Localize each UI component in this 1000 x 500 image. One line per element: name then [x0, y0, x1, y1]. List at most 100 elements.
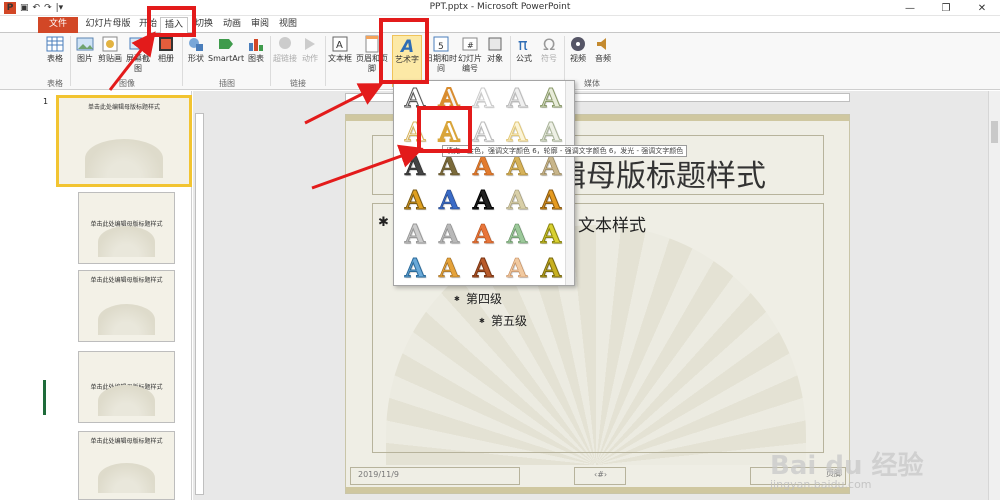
thumbnail-fan	[98, 303, 155, 335]
clip-art-button[interactable]: 剪贴画	[97, 35, 123, 64]
scrollbar-thumb[interactable]	[991, 121, 998, 143]
group-separator	[182, 36, 183, 86]
pane-scroll-indicator[interactable]	[43, 380, 46, 415]
thumbnail-title: 单击此处编辑母版标题样式	[90, 438, 163, 445]
wordart-style-highlight	[417, 106, 472, 153]
tab-view[interactable]: 视图	[274, 17, 302, 33]
object-button[interactable]: 对象	[484, 35, 506, 64]
wordart-style-option[interactable]: A	[534, 252, 568, 286]
shapes-button[interactable]: 形状	[185, 35, 207, 64]
group-label-tables: 表格	[47, 79, 63, 88]
tab-review[interactable]: 审阅	[246, 17, 274, 33]
shapes-icon	[189, 38, 203, 51]
smartart-button[interactable]: SmartArt	[208, 35, 244, 64]
slide-index: 1	[43, 97, 49, 106]
wordart-style-option[interactable]: A	[500, 218, 534, 252]
wordart-style-option[interactable]: A	[432, 184, 466, 218]
bullet-level1[interactable]: 文本样式	[578, 211, 646, 236]
equation-button[interactable]: π 公式	[513, 35, 535, 64]
object-label: 对象	[487, 54, 503, 63]
svg-text:#: #	[467, 41, 474, 50]
action-icon	[305, 38, 315, 50]
table-icon	[46, 36, 64, 52]
group-separator	[270, 36, 271, 86]
thumbnail-title: 单击此处编辑母版标题样式	[87, 104, 160, 111]
shapes-label: 形状	[188, 54, 204, 63]
bullet-level5[interactable]: 第五级	[491, 312, 527, 329]
symbol-button[interactable]: Ω 符号	[538, 35, 560, 64]
tab-file[interactable]: 文件	[38, 17, 78, 33]
chart-button[interactable]: 图表	[246, 35, 266, 64]
group-separator	[325, 36, 326, 86]
slide-title[interactable]: 辑母版标题样式	[556, 151, 766, 195]
screenshot-label: 屏幕截图	[126, 54, 150, 73]
picture-button[interactable]: 图片	[74, 35, 96, 64]
wordart-style-option[interactable]: A	[398, 150, 432, 184]
layout-thumbnail[interactable]: 单击此处编辑母版标题样式	[78, 270, 175, 342]
wordart-style-option[interactable]: A	[398, 184, 432, 218]
wordart-style-option[interactable]: A	[466, 252, 500, 286]
hyperlink-button[interactable]: 超链接	[273, 35, 297, 64]
equation-label: 公式	[516, 54, 532, 63]
wordart-style-option[interactable]: A	[466, 184, 500, 218]
text-box-button[interactable]: A 文本框	[328, 35, 352, 64]
wordart-style-option[interactable]: A	[534, 218, 568, 252]
wordart-style-option[interactable]: A	[500, 252, 534, 286]
left-margin	[0, 91, 40, 500]
wordart-style-option[interactable]: A	[534, 184, 568, 218]
action-button[interactable]: 动作	[299, 35, 321, 64]
bullet-level4[interactable]: 第四级	[466, 290, 502, 307]
wordart-style-option[interactable]: A	[432, 252, 466, 286]
baidu-watermark-logo: Bai du 经验	[770, 451, 924, 481]
photo-album-button[interactable]: 相册	[155, 35, 177, 64]
audio-label: 音频	[595, 54, 611, 63]
thumbnail-fan	[98, 384, 155, 416]
restore-button[interactable]: ❐	[928, 0, 964, 16]
svg-text:5: 5	[438, 42, 444, 52]
svg-text:A: A	[336, 40, 343, 51]
vertical-ruler	[195, 113, 204, 495]
close-button[interactable]: ✕	[964, 0, 1000, 16]
window-controls: — ❐ ✕	[892, 0, 1000, 16]
table-button[interactable]: 表格	[44, 35, 66, 64]
minimize-button[interactable]: —	[892, 0, 928, 16]
hyperlink-icon	[279, 37, 291, 49]
slide-date: 2019/11/9	[358, 470, 400, 479]
smartart-label: SmartArt	[208, 54, 245, 63]
master-thumbnail[interactable]: 单击此处编辑母版标题样式	[56, 95, 192, 187]
bullet-icon: ✱	[454, 295, 460, 303]
chart-label: 图表	[248, 54, 264, 63]
audio-button[interactable]: 音频	[592, 35, 614, 64]
wordart-style-option[interactable]: A	[500, 184, 534, 218]
wordart-style-option[interactable]: A	[398, 218, 432, 252]
tab-slide-master[interactable]: 幻灯片母版	[82, 17, 134, 33]
layout-thumbnail[interactable]: 单击此处编辑母版标题样式	[78, 192, 175, 264]
thumbnail-fan	[98, 462, 155, 493]
group-label-illustrations: 插图	[219, 79, 235, 88]
layout-thumbnail[interactable]: 单击此处编辑母版标题样式	[78, 351, 175, 423]
photo-album-label: 相册	[158, 54, 174, 63]
bullet-icon: ✱	[378, 215, 389, 230]
layout-thumbnail[interactable]: 单击此处编辑母版标题样式	[78, 431, 175, 500]
bullet-icon: ✱	[479, 317, 485, 325]
wordart-style-option[interactable]: A	[432, 218, 466, 252]
wordart-style-option[interactable]: A	[500, 82, 534, 116]
date-time-button[interactable]: 5 日期和时间	[425, 35, 457, 74]
group-separator	[564, 36, 565, 86]
wordart-style-option[interactable]: A	[398, 252, 432, 286]
screenshot-button[interactable]: 屏幕截图	[124, 35, 152, 74]
slide-number-button[interactable]: # 幻灯片编号	[457, 35, 483, 74]
group-label-links: 链接	[290, 79, 306, 88]
wordart-style-tooltip: 填充 - 金色，强调文字颜色 6，轮廓 - 强调文字颜色 6，发光 - 强调文字…	[442, 145, 687, 157]
photo-album-icon	[159, 37, 173, 51]
picture-label: 图片	[77, 54, 93, 63]
video-button[interactable]: 视频	[567, 35, 589, 64]
slide-number-icon: #	[462, 37, 478, 51]
vertical-scrollbar[interactable]	[988, 91, 1000, 500]
wordart-style-option[interactable]: A	[466, 218, 500, 252]
wordart-style-option[interactable]: A	[534, 82, 568, 116]
tab-animations[interactable]: 动画	[218, 17, 246, 33]
speaker-icon	[597, 38, 606, 50]
symbol-label: 符号	[541, 54, 557, 63]
action-label: 动作	[302, 54, 318, 63]
